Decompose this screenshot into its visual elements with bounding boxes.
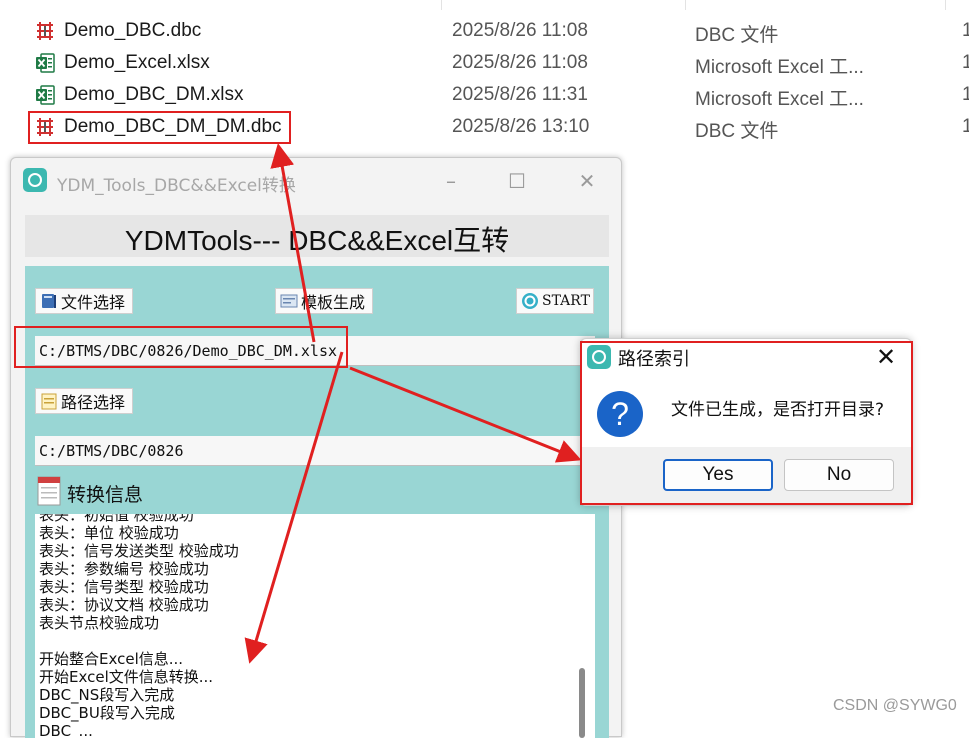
sync-icon xyxy=(522,293,538,309)
document-icon xyxy=(280,294,298,308)
file-row-demo-excel[interactable]: Demo_Excel.xlsx 2025/8/26 11:08 Microsof… xyxy=(0,47,969,79)
dbc-file-icon xyxy=(37,22,53,40)
excel-file-icon xyxy=(36,53,55,73)
log-line: 开始Excel文件信息转换... xyxy=(39,668,214,686)
close-button[interactable]: ✕ xyxy=(567,168,607,194)
file-name: Demo_DBC_DM.xlsx xyxy=(64,84,244,105)
file-type: DBC 文件 xyxy=(695,121,779,142)
app-header: YDMTools--- DBC&&Excel互转 xyxy=(25,215,609,257)
app-logo-icon xyxy=(23,168,47,192)
file-name: Demo_Excel.xlsx xyxy=(64,52,210,73)
annotation-box-output-file xyxy=(28,111,291,144)
file-size: 1 xyxy=(962,20,969,41)
log-line: 表头：信号发送类型 校验成功 xyxy=(39,542,239,560)
window-title: YDM_Tools_DBC&&Excel转换 xyxy=(57,176,296,196)
file-type: Microsoft Excel 工... xyxy=(695,57,864,78)
info-sheet-icon xyxy=(37,476,61,506)
file-date: 2025/8/26 13:10 xyxy=(452,116,590,137)
template-generate-label: 模板生成 xyxy=(301,293,366,312)
column-separator xyxy=(685,0,686,10)
file-select-button[interactable]: 文件选择 xyxy=(35,288,133,314)
file-date: 2025/8/26 11:08 xyxy=(452,20,588,41)
file-type: Microsoft Excel 工... xyxy=(695,89,864,110)
log-scrollbar-thumb[interactable] xyxy=(579,668,585,738)
file-date: 2025/8/26 11:08 xyxy=(452,52,588,73)
file-type: DBC 文件 xyxy=(695,25,779,46)
start-label: START xyxy=(542,293,590,309)
book-icon xyxy=(42,294,56,308)
log-line: 表头：单位 校验成功 xyxy=(39,524,179,542)
annotation-box-input-file xyxy=(14,326,348,368)
log-line: 表头：信号类型 校验成功 xyxy=(39,578,209,596)
column-separator xyxy=(945,0,946,10)
notepad-icon xyxy=(41,393,57,410)
log-line: 表头：参数编号 校验成功 xyxy=(39,560,209,578)
file-row-demo-dbc-dm[interactable]: Demo_DBC_DM.xlsx 2025/8/26 11:31 Microso… xyxy=(0,79,969,111)
minimize-button[interactable]: – xyxy=(431,168,471,194)
maximize-button[interactable]: ☐ xyxy=(497,168,537,194)
app-window: YDM_Tools_DBC&&Excel转换 – ☐ ✕ YDMTools---… xyxy=(10,157,622,738)
file-size: 1 xyxy=(962,116,969,137)
conversion-info-label: 转换信息 xyxy=(67,484,144,506)
watermark: CSDN @SYWG0 xyxy=(833,697,957,714)
column-separator xyxy=(441,0,442,10)
file-size: 1 xyxy=(962,84,969,105)
log-line: 开始整合Excel信息... xyxy=(39,650,184,668)
file-name: Demo_DBC.dbc xyxy=(64,20,202,41)
file-date: 2025/8/26 11:31 xyxy=(452,84,588,105)
file-size: 1 xyxy=(962,52,969,73)
template-generate-button[interactable]: 模板生成 xyxy=(275,288,373,314)
file-row-demo-dbc[interactable]: Demo_DBC.dbc 2025/8/26 11:08 DBC 文件 1 xyxy=(0,15,969,47)
start-button[interactable]: START xyxy=(516,288,594,314)
path-select-button[interactable]: 路径选择 xyxy=(35,388,133,414)
directory-path-field[interactable]: C:/BTMS/DBC/0826 xyxy=(35,436,595,466)
log-line: DBC_BU段写入完成 xyxy=(39,704,175,722)
log-area[interactable]: 表头：初始值 校验成功 表头：单位 校验成功 表头：信号发送类型 校验成功 表头… xyxy=(35,514,595,738)
file-select-label: 文件选择 xyxy=(61,293,126,312)
log-line: 表头：初始值 校验成功 xyxy=(39,514,194,524)
app-header-title: YDMTools--- DBC&&Excel互转 xyxy=(124,225,510,256)
annotation-box-dialog xyxy=(580,341,913,505)
log-line: DBC_... xyxy=(39,722,93,738)
log-line: 表头：协议文档 校验成功 xyxy=(39,596,209,614)
path-select-label: 路径选择 xyxy=(61,393,126,412)
excel-file-icon xyxy=(36,85,55,105)
log-line: 表头节点校验成功 xyxy=(39,614,160,632)
log-line: DBC_NS段写入完成 xyxy=(39,686,175,704)
